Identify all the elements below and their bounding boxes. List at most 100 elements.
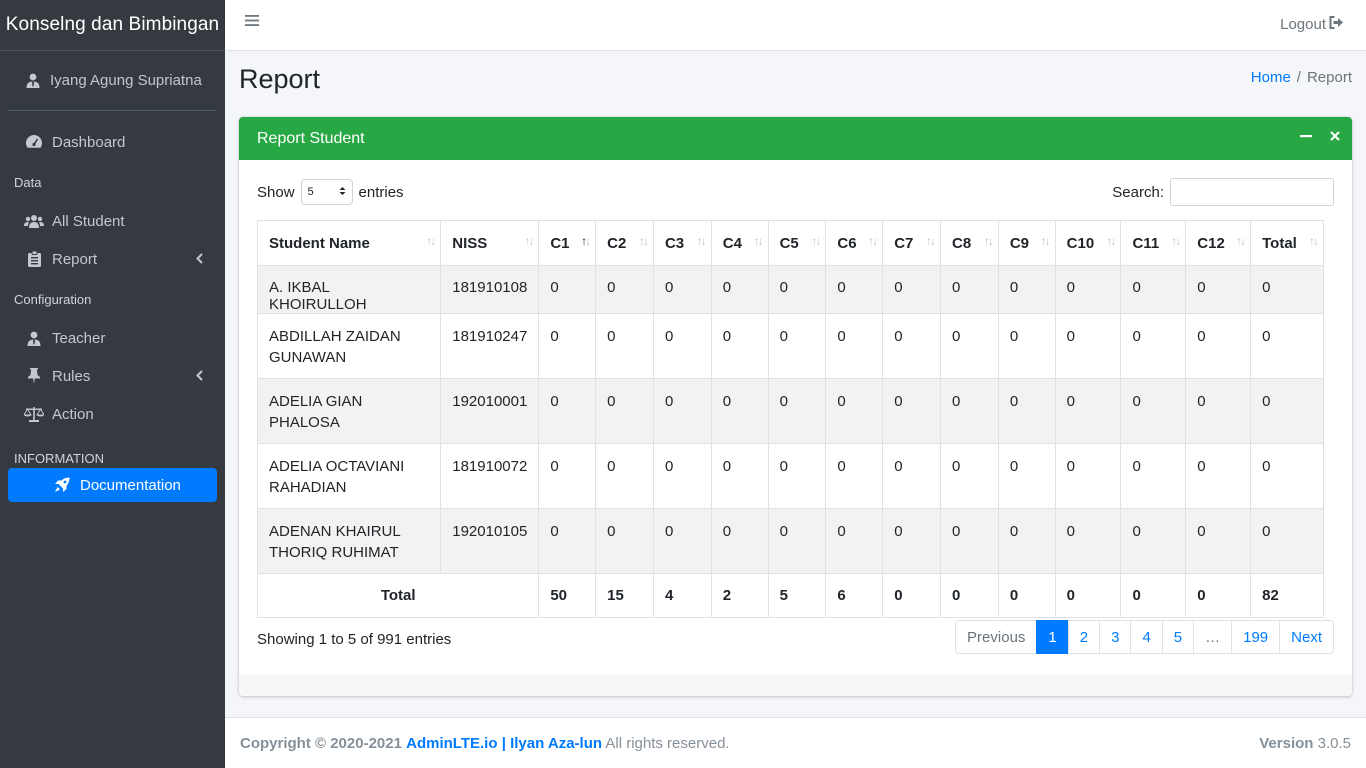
table-cell: 0: [1120, 378, 1187, 444]
column-header-label: C1: [550, 234, 570, 252]
sort-icon: ↑↓: [868, 234, 878, 248]
column-header-label: C9: [1009, 234, 1030, 252]
table-cell: 0: [1120, 313, 1187, 379]
column-header[interactable]: C4 ↑↓: [710, 220, 769, 266]
table-cell: 0: [825, 265, 884, 314]
table-cell: 0: [882, 378, 942, 444]
column-header[interactable]: C8 ↑↓: [940, 220, 999, 266]
column-header[interactable]: C11 ↑↓: [1120, 220, 1187, 266]
table-cell: 0: [940, 443, 999, 509]
table-cell: 0: [997, 508, 1056, 574]
table-cell: 0: [940, 378, 999, 444]
next-page-button[interactable]: Next: [1279, 620, 1334, 654]
hamburger-menu-icon[interactable]: [245, 14, 261, 31]
column-header[interactable]: C6 ↑↓: [825, 220, 884, 266]
column-header[interactable]: C12 ↑↓: [1185, 220, 1252, 266]
column-header[interactable]: C10 ↑↓: [1054, 220, 1122, 266]
column-header[interactable]: C3 ↑↓: [652, 220, 712, 266]
user-panel[interactable]: Iyang Agung Supriatna: [8, 51, 217, 111]
sidebar-item-report[interactable]: Report: [8, 240, 217, 278]
sort-icon: ↑↓: [753, 234, 764, 248]
page-button[interactable]: 199: [1231, 620, 1281, 654]
table-footer-row: Total 50 15 4 2 5 6 0 0 0 0 0 0 82: [256, 573, 1324, 618]
table-cell: 0: [652, 443, 712, 509]
footer-separator: |: [501, 735, 506, 752]
column-header[interactable]: C1 ↑↓: [538, 220, 597, 266]
column-header-label: C6: [837, 234, 857, 252]
sidebar-item-all-student[interactable]: All Student: [8, 202, 217, 240]
thumbtack-icon: [24, 368, 44, 384]
brand-title[interactable]: Konselng dan Bimbingan: [0, 0, 225, 51]
sidebar-item-dashboard[interactable]: Dashboard: [8, 123, 217, 161]
table-cell: 0: [882, 313, 942, 379]
remove-button[interactable]: [1330, 129, 1340, 148]
breadcrumb-home-link[interactable]: Home: [1251, 69, 1291, 86]
page-button[interactable]: 5: [1161, 620, 1195, 654]
column-header[interactable]: C7 ↑↓: [882, 220, 942, 266]
footer-total-label: Total: [256, 573, 540, 618]
table-cell: 0: [538, 508, 597, 574]
footer-total-cell: 0: [882, 573, 942, 618]
sidebar-item-action[interactable]: Action: [8, 395, 217, 433]
sidebar-item-documentation[interactable]: Documentation: [8, 468, 217, 502]
sort-icon: ↑↓: [1309, 234, 1319, 248]
table-cell: 0: [882, 508, 942, 574]
table-cell: ABDILLAH ZAIDAN GUNAWAN: [256, 313, 442, 379]
column-header[interactable]: C9 ↑↓: [997, 220, 1056, 266]
search-input[interactable]: [1170, 178, 1334, 206]
column-header-label: Total: [1262, 234, 1297, 252]
table-cell: 0: [825, 508, 884, 574]
footer-link-author[interactable]: Ilyan Aza-lun: [510, 735, 602, 752]
table-cell: ADELIA GIAN PHALOSA: [256, 378, 442, 444]
entries-select[interactable]: 5: [300, 179, 353, 205]
logout-label: Logout: [1280, 16, 1326, 33]
table-cell: 181910072: [440, 443, 540, 509]
sidebar-item-label: Teacher: [52, 329, 106, 347]
show-entries: Show 5 entries: [257, 179, 404, 205]
page-button[interactable]: 4: [1130, 620, 1163, 654]
footer-total-cell: 0: [997, 573, 1056, 618]
table-row: ADENAN KHAIRUL THORIQ RUHIMAT 192010105 0 0…: [256, 508, 1324, 574]
table-cell: 0: [1250, 313, 1324, 379]
collapse-button[interactable]: [1300, 129, 1312, 148]
logout-button[interactable]: Logout: [1280, 16, 1344, 33]
table-cell: ADELIA OCTAVIANI RAHADIAN: [256, 443, 442, 509]
users-icon: [24, 214, 44, 228]
nav-header-config: Configuration: [14, 292, 92, 307]
sort-icon: ↑↓: [696, 234, 707, 248]
page-button[interactable]: 1: [1036, 620, 1069, 654]
select-arrows-icon: [339, 186, 346, 199]
column-header-label: C2: [607, 234, 627, 252]
table-cell: 0: [1185, 378, 1252, 444]
table-cell: 0: [825, 313, 884, 379]
chevron-left-icon: [196, 369, 203, 384]
sidebar-item-label: All Student: [52, 212, 125, 230]
column-header[interactable]: Student Name ↑↓: [256, 220, 442, 266]
table-cell: 0: [1185, 443, 1252, 509]
page-button[interactable]: 3: [1099, 620, 1132, 654]
column-header[interactable]: C5 ↑↓: [767, 220, 827, 266]
nav-header-information: INFORMATION: [14, 451, 105, 466]
entries-select-value: 5: [307, 186, 314, 198]
search-label: Search:: [1112, 183, 1164, 201]
column-header[interactable]: NISS ↑↓: [440, 220, 540, 266]
table-cell: 0: [767, 313, 827, 379]
footer-link-adminlte[interactable]: AdminLTE.io: [406, 735, 497, 752]
column-header[interactable]: C2 ↑↓: [595, 220, 654, 266]
footer: Copyright © 2020-2021 AdminLTE.io | Ilya…: [225, 717, 1366, 768]
column-header[interactable]: Total ↑↓: [1250, 220, 1324, 266]
search-box: Search:: [1112, 178, 1334, 206]
table-cell: ADENAN KHAIRUL THORIQ RUHIMAT: [256, 508, 442, 574]
table-cell: 0: [940, 265, 999, 314]
table-cell: 0: [825, 378, 884, 444]
page-button[interactable]: 2: [1067, 620, 1101, 654]
previous-page-button[interactable]: Previous: [955, 620, 1038, 654]
sidebar-item-rules[interactable]: Rules: [8, 357, 217, 395]
table-cell: 0: [940, 313, 999, 379]
sidebar-item-teacher[interactable]: Teacher: [8, 319, 217, 357]
report-card: Report Student Show 5 entries Search: St…: [239, 117, 1352, 696]
pagination-ellipsis: …: [1193, 620, 1233, 654]
copyright-text: Copyright © 2020-2021: [240, 735, 402, 752]
nav-header-data: Data: [14, 175, 42, 190]
sort-icon: ↑↓: [581, 234, 591, 248]
